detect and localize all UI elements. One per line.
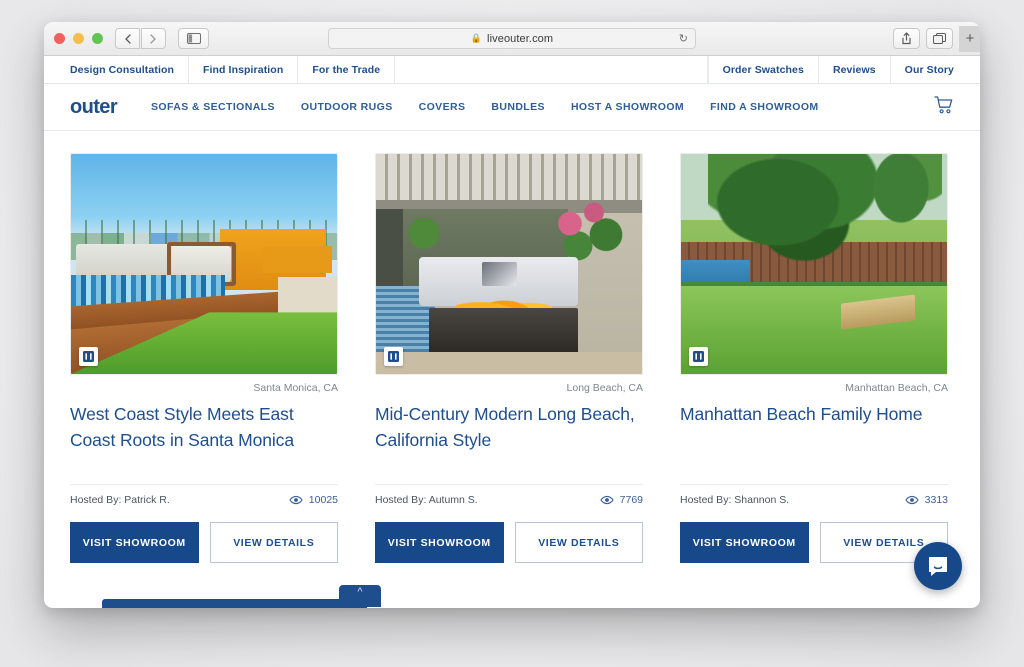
showroom-host: Hosted By: Shannon S. bbox=[680, 494, 790, 506]
sticky-bar-expand-button[interactable]: ^ bbox=[339, 585, 381, 607]
visit-showroom-button[interactable]: VISIT SHOWROOM bbox=[70, 522, 199, 563]
showroom-card: Long Beach, CA Mid-Century Modern Long B… bbox=[375, 153, 643, 563]
chevron-up-icon: ^ bbox=[357, 586, 363, 598]
reload-icon[interactable]: ↻ bbox=[679, 32, 688, 45]
showroom-photo bbox=[376, 154, 642, 374]
minimize-window-button[interactable] bbox=[73, 33, 84, 44]
showroom-title[interactable]: Mid-Century Modern Long Beach, Californi… bbox=[375, 401, 643, 479]
outer-logo-badge-icon bbox=[384, 347, 403, 366]
showroom-actions: VISIT SHOWROOM VIEW DETAILS bbox=[375, 522, 643, 563]
shopping-cart-icon[interactable] bbox=[934, 95, 954, 119]
utility-nav-spacer bbox=[395, 56, 708, 83]
site-logo[interactable]: outer bbox=[70, 96, 118, 119]
nav-link-sofas-sectionals[interactable]: SOFAS & SECTIONALS bbox=[151, 101, 275, 113]
chat-bubble-icon bbox=[929, 556, 947, 576]
showroom-view-count: 10025 bbox=[308, 494, 338, 506]
showroom-listing-section: Santa Monica, CA West Coast Style Meets … bbox=[44, 131, 980, 608]
showroom-thumbnail[interactable] bbox=[70, 153, 338, 375]
utility-nav-left: Design Consultation Find Inspiration For… bbox=[44, 56, 396, 83]
util-link-find-inspiration[interactable]: Find Inspiration bbox=[189, 56, 299, 83]
util-link-our-story[interactable]: Our Story bbox=[889, 56, 980, 83]
showroom-photo bbox=[71, 154, 337, 374]
showroom-actions: VISIT SHOWROOM VIEW DETAILS bbox=[70, 522, 338, 563]
util-link-for-the-trade[interactable]: For the Trade bbox=[298, 56, 396, 83]
utility-nav-right: Order Swatches Reviews Our Story bbox=[707, 56, 980, 83]
showroom-photo bbox=[681, 154, 947, 374]
showroom-views: 10025 bbox=[289, 494, 338, 506]
nav-link-bundles[interactable]: BUNDLES bbox=[491, 101, 545, 113]
showroom-location: Manhattan Beach, CA bbox=[845, 382, 948, 394]
url-text: liveouter.com bbox=[487, 32, 554, 45]
eye-icon bbox=[599, 495, 614, 505]
back-button[interactable] bbox=[115, 28, 140, 49]
nav-link-covers[interactable]: COVERS bbox=[419, 101, 466, 113]
showroom-card: Santa Monica, CA West Coast Style Meets … bbox=[70, 153, 338, 563]
share-button[interactable] bbox=[893, 28, 920, 49]
lock-icon: 🔒 bbox=[470, 33, 483, 43]
address-bar[interactable]: 🔒 liveouter.com ↻ bbox=[328, 28, 696, 49]
outer-logo-badge-icon bbox=[689, 347, 708, 366]
sidebar-toggle-button[interactable] bbox=[178, 28, 209, 49]
showroom-meta: Hosted By: Patrick R. 10025 bbox=[70, 484, 338, 506]
outer-logo-badge-icon bbox=[79, 347, 98, 366]
util-link-order-swatches[interactable]: Order Swatches bbox=[707, 56, 818, 83]
toolbar-right-actions: + bbox=[893, 25, 980, 52]
showroom-actions: VISIT SHOWROOM VIEW DETAILS bbox=[680, 522, 948, 563]
main-navigation: outer SOFAS & SECTIONALS OUTDOOR RUGS CO… bbox=[44, 84, 980, 131]
nav-link-find-a-showroom[interactable]: FIND A SHOWROOM bbox=[710, 101, 818, 113]
main-nav-links: SOFAS & SECTIONALS OUTDOOR RUGS COVERS B… bbox=[151, 101, 819, 113]
eye-icon bbox=[904, 495, 919, 505]
nav-link-outdoor-rugs[interactable]: OUTDOOR RUGS bbox=[301, 101, 393, 113]
showroom-card-grid: Santa Monica, CA West Coast Style Meets … bbox=[70, 153, 954, 563]
utility-navigation: Design Consultation Find Inspiration For… bbox=[44, 56, 980, 84]
showroom-meta: Hosted By: Shannon S. 3313 bbox=[680, 484, 948, 506]
util-link-design-consultation[interactable]: Design Consultation bbox=[44, 56, 189, 83]
navigation-buttons bbox=[115, 28, 166, 49]
browser-toolbar: 🔒 liveouter.com ↻ + bbox=[44, 22, 980, 56]
showroom-title[interactable]: West Coast Style Meets East Coast Roots … bbox=[70, 401, 338, 479]
sticky-bottom-bar[interactable] bbox=[102, 599, 367, 608]
showroom-thumbnail[interactable] bbox=[375, 153, 643, 375]
view-details-button[interactable]: VIEW DETAILS bbox=[514, 522, 643, 563]
showroom-title[interactable]: Manhattan Beach Family Home bbox=[680, 401, 948, 479]
forward-button[interactable] bbox=[141, 28, 166, 49]
maximize-window-button[interactable] bbox=[92, 33, 103, 44]
visit-showroom-button[interactable]: VISIT SHOWROOM bbox=[680, 522, 809, 563]
util-link-reviews[interactable]: Reviews bbox=[817, 56, 890, 83]
showroom-location: Long Beach, CA bbox=[566, 382, 643, 394]
showroom-card: Manhattan Beach, CA Manhattan Beach Fami… bbox=[680, 153, 948, 563]
showroom-view-count: 7769 bbox=[619, 494, 643, 506]
window-controls bbox=[54, 33, 103, 44]
visit-showroom-button[interactable]: VISIT SHOWROOM bbox=[375, 522, 504, 563]
showroom-host: Hosted By: Autumn S. bbox=[375, 494, 478, 506]
tab-overview-button[interactable] bbox=[926, 28, 953, 49]
close-window-button[interactable] bbox=[54, 33, 65, 44]
view-details-button[interactable]: VIEW DETAILS bbox=[209, 522, 338, 563]
eye-icon bbox=[289, 495, 303, 505]
nav-link-host-a-showroom[interactable]: HOST A SHOWROOM bbox=[571, 101, 684, 113]
showroom-views: 7769 bbox=[599, 494, 643, 506]
showroom-host: Hosted By: Patrick R. bbox=[70, 494, 170, 506]
showroom-views: 3313 bbox=[904, 494, 948, 506]
browser-window: 🔒 liveouter.com ↻ + Design Consultation … bbox=[44, 22, 980, 608]
chat-widget-button[interactable] bbox=[914, 542, 962, 590]
showroom-thumbnail[interactable] bbox=[680, 153, 948, 375]
showroom-location: Santa Monica, CA bbox=[253, 382, 338, 394]
showroom-view-count: 3313 bbox=[924, 494, 948, 506]
showroom-meta: Hosted By: Autumn S. 7769 bbox=[375, 484, 643, 506]
new-tab-button[interactable]: + bbox=[959, 25, 980, 52]
